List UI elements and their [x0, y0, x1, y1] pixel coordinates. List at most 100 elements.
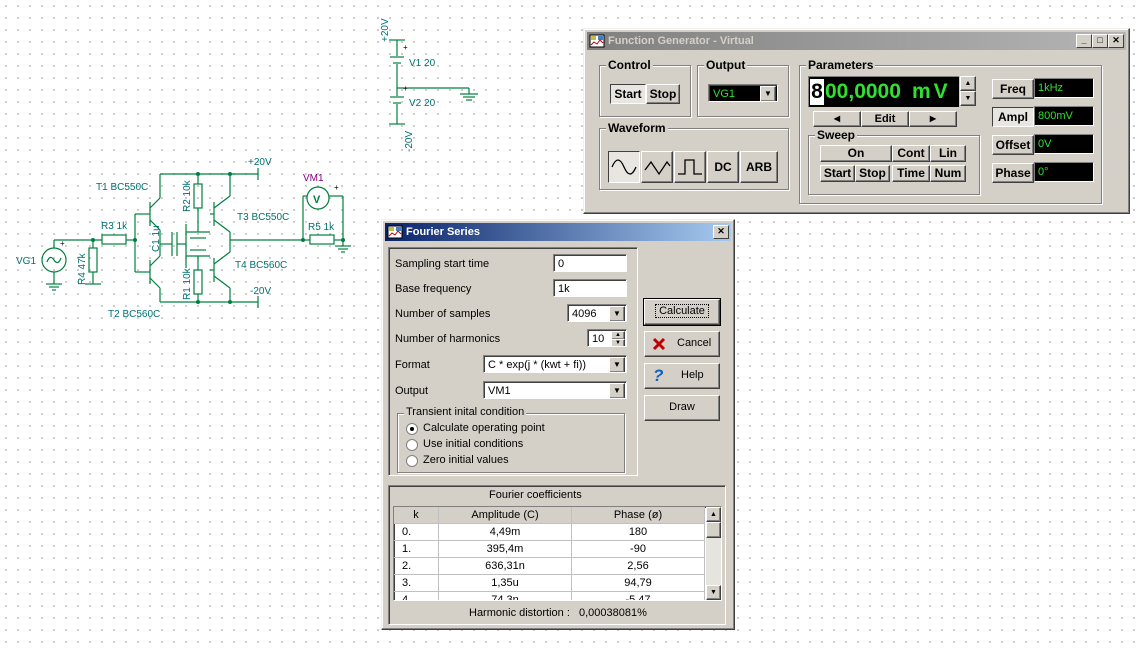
scroll-thumb[interactable] [706, 522, 721, 538]
minimize-button[interactable]: _ [1076, 34, 1092, 48]
function-generator-titlebar[interactable]: Function Generator - Virtual _ □ ✕ [587, 32, 1126, 50]
maximize-button[interactable]: □ [1092, 34, 1108, 48]
label-t4: T4 BC560C [235, 260, 287, 271]
format-label: Format [395, 359, 430, 371]
sweep-start-button[interactable]: Start [820, 165, 855, 182]
label-t2: T2 BC560C [108, 309, 160, 320]
scroll-up-icon[interactable]: ▲ [706, 507, 721, 522]
table-row[interactable]: 2. 636,31n 2,56 [394, 557, 705, 575]
coefficients-table-container[interactable]: k Amplitude (C) Phase (ø) 0. 4,49m 180 1. 3… [393, 506, 722, 601]
help-button[interactable]: ? Help [644, 363, 720, 389]
harmonic-distortion-label: Harmonic distortion : [469, 607, 570, 619]
offset-button[interactable]: Offset [992, 135, 1034, 155]
label-t3: T3 BC550C [237, 212, 289, 223]
waveform-group: Waveform DC ARB [599, 121, 789, 190]
help-label: Help [681, 369, 704, 381]
display-unit: mV [912, 80, 951, 103]
column-header-amplitude: Amplitude (C) [438, 507, 572, 524]
coefficients-panel: Fourier coefficients k Amplitude (C) Pha… [388, 485, 726, 625]
value-up-button[interactable]: ▲ [960, 76, 976, 91]
num-harmonics-stepper[interactable]: 10 ▲ ▼ [587, 329, 627, 347]
chevron-down-icon[interactable]: ▼ [609, 383, 625, 398]
output-select[interactable]: VG1 ▼ [708, 84, 778, 102]
svg-text:+: + [403, 43, 408, 52]
app-icon [387, 225, 403, 239]
sweep-stop-button[interactable]: Stop [855, 165, 890, 182]
stop-button[interactable]: Stop [646, 84, 680, 104]
sampling-start-time-input[interactable]: 0 [553, 254, 627, 272]
sweep-num-button[interactable]: Num [930, 165, 966, 182]
close-button[interactable]: ✕ [713, 225, 729, 239]
format-select[interactable]: C * exp(j * (kwt + fi)) ▼ [483, 355, 627, 373]
sampling-start-time-label: Sampling start time [395, 258, 490, 270]
right-arrow-button[interactable]: ▶ [909, 111, 957, 127]
close-button[interactable]: ✕ [1108, 34, 1124, 48]
table-row[interactable]: 3. 1,35u 94,79 [394, 574, 705, 592]
help-question-icon: ? [653, 366, 664, 385]
amplitude-cell: 395,4m [438, 540, 572, 558]
value-down-button[interactable]: ▼ [960, 91, 976, 106]
calculate-label: Calculate [655, 304, 709, 318]
chevron-down-icon[interactable]: ▼ [760, 86, 776, 101]
label-vm1: VM1 [303, 173, 324, 184]
fourier-series-dialog[interactable]: Fourier Series ✕ Sampling start time 0 B… [381, 219, 735, 630]
calculate-button[interactable]: Calculate [643, 298, 721, 326]
label-v2: V2 20 [409, 98, 436, 109]
table-row[interactable]: 0. 4,49m 180 [394, 523, 705, 541]
table-scrollbar[interactable]: ▲ ▼ [706, 507, 721, 600]
fourier-titlebar[interactable]: Fourier Series ✕ [385, 223, 731, 241]
phase-value: 0° [1034, 162, 1094, 182]
window-title: Function Generator - Virtual [608, 35, 754, 47]
phase-button[interactable]: Phase [992, 163, 1034, 183]
table-row[interactable]: 1. 395,4m -90 [394, 540, 705, 558]
radio-label: Zero initial values [423, 454, 509, 466]
label-plus20: +20V [248, 157, 272, 168]
sweep-lin-button[interactable]: Lin [930, 145, 966, 162]
output-select-value: VG1 [713, 88, 736, 100]
scroll-down-icon[interactable]: ▼ [706, 585, 721, 600]
control-label: Control [606, 58, 653, 72]
draw-button[interactable]: Draw [644, 395, 720, 421]
edit-button[interactable]: Edit [861, 111, 909, 127]
label-vm1-voltmeter-v: V [313, 194, 321, 206]
function-generator-window[interactable]: Function Generator - Virtual _ □ ✕ Contr… [583, 28, 1130, 214]
freq-button[interactable]: Freq [992, 79, 1034, 99]
chevron-down-icon[interactable]: ▼ [609, 357, 625, 372]
supply-sources[interactable]: + + [389, 39, 478, 125]
k-cell: 0. [394, 523, 439, 541]
chevron-down-icon[interactable]: ▼ [609, 306, 625, 321]
sweep-label: Sweep [815, 128, 858, 142]
output-select[interactable]: VM1 ▼ [483, 381, 627, 399]
parameter-display[interactable]: 8 00,0000 mV [808, 76, 959, 107]
stepper-down-icon[interactable]: ▼ [611, 339, 625, 346]
arb-button[interactable]: ARB [740, 151, 778, 183]
base-frequency-input[interactable]: 1k [553, 279, 627, 297]
radio-icon [406, 439, 418, 451]
num-samples-value: 4096 [572, 308, 597, 320]
square-wave-button[interactable] [674, 151, 706, 183]
num-samples-select[interactable]: 4096 ▼ [567, 304, 627, 322]
offset-value: 0V [1034, 134, 1094, 154]
base-frequency-label: Base frequency [395, 283, 472, 295]
table-row[interactable]: 4. 74,3n -5,47 [394, 591, 705, 600]
cancel-x-icon [652, 337, 666, 351]
output-group: Output VG1 ▼ [697, 58, 789, 117]
left-arrow-button[interactable]: ◀ [813, 111, 861, 127]
k-cell: 1. [394, 540, 439, 558]
sweep-cont-button[interactable]: Cont [892, 145, 930, 162]
output-label: Output [395, 385, 429, 397]
ampl-button[interactable]: Ampl [992, 107, 1034, 127]
transient-label: Transient inital condition [404, 406, 527, 418]
sweep-on-button[interactable]: On [820, 145, 892, 162]
triangle-wave-button[interactable] [641, 151, 673, 183]
amplifier-circuit[interactable]: + + [41, 168, 351, 308]
column-header-phase: Phase (ø) [571, 507, 705, 524]
sine-wave-button[interactable] [608, 151, 640, 183]
cancel-button[interactable]: Cancel [644, 331, 720, 357]
start-button[interactable]: Start [610, 84, 646, 104]
dc-button[interactable]: DC [707, 151, 739, 183]
radio-label: Calculate operating point [423, 422, 545, 434]
sweep-time-button[interactable]: Time [892, 165, 930, 182]
dialog-title: Fourier Series [406, 226, 480, 238]
label-vtop: +20V [380, 18, 391, 42]
